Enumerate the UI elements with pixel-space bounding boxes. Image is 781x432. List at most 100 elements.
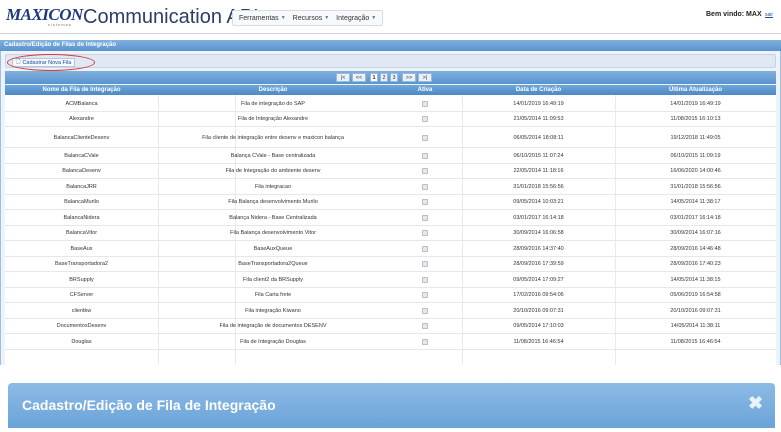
cell-created: 14/01/2019 16:49:19: [513, 100, 564, 107]
cell-updated: 28/09/2016 14:46:48: [670, 245, 721, 252]
cell-created: 21/05/2014 11:09:53: [513, 116, 564, 123]
active-checkbox[interactable]: [422, 168, 428, 175]
next-page-button[interactable]: >>: [402, 73, 416, 82]
cell-name: BRSupply: [69, 276, 94, 283]
cell-name: Douglas: [71, 338, 92, 345]
cell-updated: 05/06/2019 16:54:58: [670, 292, 721, 299]
col-header-description[interactable]: Descrição: [158, 87, 388, 93]
table-row[interactable]: ACMBalanca Fila de integração do SAP 14/01…: [5, 96, 776, 112]
cell-created: 31/01/2018 15:56:56: [513, 183, 564, 190]
top-bar: MAXICON sistemas Communication API Ferra…: [0, 0, 781, 34]
table-row[interactable]: BalancaDesenv Fila de Integração do ambie…: [5, 164, 776, 179]
page-2-button[interactable]: 2: [380, 73, 388, 82]
cell-description: Fila Carta frete: [254, 292, 292, 299]
menu-recursos[interactable]: Recursos ▼: [293, 14, 330, 22]
caret-down-icon: ▼: [371, 15, 377, 21]
prev-page-button[interactable]: <<: [352, 73, 366, 82]
queue-table: Nome da Fila de Integração Descrição Ati…: [5, 85, 776, 365]
pagination-bar: |< << 1 2 3 >> >|: [5, 71, 776, 84]
table-row[interactable]: Alexandre Fila de Integração Alexandre 21/…: [5, 112, 776, 128]
cell-created: 09/05/2014 17:09:27: [513, 276, 564, 283]
cell-updated: 11/08/2015 16:46:54: [670, 338, 721, 345]
cell-description: Fila client2 da BRSupply: [243, 276, 303, 283]
active-checkbox[interactable]: [422, 292, 428, 299]
cell-updated: 14/01/2019 16:49:19: [670, 100, 721, 107]
table-row[interactable]: Douglas Fila de Integração Douglas 11/08/2…: [5, 334, 776, 350]
table-row[interactable]: CFServer Fila Carta frete 17/02/2016 09:54…: [5, 288, 776, 303]
cell-description: Balança Nidera - Base Centralizada: [229, 214, 317, 221]
first-page-button[interactable]: |<: [336, 73, 350, 82]
cell-name: DocumentosDesenv: [56, 323, 107, 330]
cell-created: 11/08/2015 16:46:54: [513, 338, 564, 345]
active-checkbox[interactable]: [422, 261, 428, 268]
cell-description: Fila integração Kiwano: [245, 307, 301, 314]
table-row[interactable]: clientkw Fila integração Kiwano 20/10/2016…: [5, 303, 776, 319]
table-header: Nome da Fila de Integração Descrição Ati…: [5, 85, 776, 95]
active-checkbox[interactable]: [422, 134, 428, 141]
menu-integracao[interactable]: Integração ▼: [336, 14, 376, 22]
col-header-updated[interactable]: Última Atualização: [615, 87, 776, 93]
page-3-button[interactable]: 3: [390, 73, 398, 82]
cell-updated: 28/09/2016 17:40:23: [670, 261, 721, 268]
last-page-button[interactable]: >|: [418, 73, 432, 82]
cell-updated: 06/10/2015 11:09:19: [670, 152, 721, 159]
cell-updated: 19/12/2018 11:49:05: [670, 134, 721, 141]
cell-created: 22/05/2014 11:18:16: [513, 168, 564, 175]
cell-active: [388, 96, 462, 112]
cell-active: [388, 319, 462, 335]
table-row[interactable]: BalancaVitor Fila Balança desenvolvimento…: [5, 226, 776, 241]
menu-label: Integração: [336, 14, 370, 22]
active-checkbox[interactable]: [422, 323, 428, 330]
caret-down-icon: ▼: [280, 15, 286, 21]
cell-updated: 30/09/2014 16:07:16: [670, 230, 721, 237]
cell-created: 06/10/2015 11:07:24: [513, 152, 564, 159]
logout-link[interactable]: sair: [765, 12, 773, 18]
menu-ferramentas[interactable]: Ferramentas ▼: [239, 14, 286, 22]
table-row[interactable]: BRSupply Fila client2 da BRSupply 09/05/20…: [5, 272, 776, 288]
active-checkbox[interactable]: [422, 183, 428, 190]
table-row[interactable]: BalancaCVale Balança CVale - Base central…: [5, 148, 776, 164]
active-checkbox[interactable]: [422, 276, 428, 283]
cell-name: BalancaNidera: [63, 214, 100, 221]
cell-active: [388, 303, 462, 319]
cell-active: [388, 179, 462, 195]
cell-name: BaseTransportadora2: [55, 261, 108, 268]
active-checkbox[interactable]: [422, 116, 428, 123]
close-icon[interactable]: ✖: [748, 393, 763, 414]
cell-active: [388, 112, 462, 128]
col-header-name[interactable]: Nome da Fila de Integração: [5, 87, 158, 93]
table-row[interactable]: BalancaNidera Balança Nidera - Base Centr…: [5, 210, 776, 226]
active-checkbox[interactable]: [422, 214, 428, 221]
cell-created: 09/05/2014 17:10:03: [513, 323, 564, 330]
cell-active: [388, 257, 462, 273]
table-row[interactable]: DocumentosDesenv Fila de integração de do…: [5, 319, 776, 335]
cell-active: [388, 272, 462, 288]
table-row[interactable]: BalancaJRR Fila integracao 31/01/2018 15:5…: [5, 179, 776, 195]
cell-updated: 31/01/2018 15:56:56: [670, 183, 721, 190]
col-header-created[interactable]: Data de Criação: [462, 87, 615, 93]
active-checkbox[interactable]: [422, 307, 428, 314]
cell-description: Fila de Integração Alexandre: [237, 116, 309, 123]
cell-updated: 16/06/2020 14:00:46: [670, 168, 721, 175]
active-checkbox[interactable]: [422, 245, 428, 252]
table-row[interactable]: BalancaMurilo Fila Balança desenvolviment…: [5, 195, 776, 210]
page-1-button[interactable]: 1: [370, 73, 378, 82]
cell-updated: 14/05/2014 11:38:17: [670, 199, 721, 206]
cell-active: [388, 241, 462, 257]
active-checkbox[interactable]: [422, 230, 428, 237]
cell-created: 20/10/2016 09:07:31: [513, 307, 564, 314]
cell-updated: 14/05/2014 11:38:11: [670, 323, 721, 330]
table-row[interactable]: BaseTransportadora2 BaseTransportadora2Qu…: [5, 257, 776, 273]
cell-updated: 14/05/2014 11:38:15: [670, 276, 721, 283]
col-header-active[interactable]: Ativa: [388, 87, 462, 93]
active-checkbox[interactable]: [422, 152, 428, 159]
table-row[interactable]: BaseAux BaseAuxQueue 28/09/2016 14:37:40 28…: [5, 241, 776, 257]
active-checkbox[interactable]: [422, 199, 428, 206]
active-checkbox[interactable]: [422, 338, 428, 345]
cell-updated: 03/01/2017 16:14:18: [670, 214, 721, 221]
cell-name: ACMBalanca: [65, 100, 98, 107]
cell-name: BalancaClienteDesenv: [53, 134, 110, 141]
table-row[interactable]: BalancaClienteDesenv Fila cliente de inte…: [5, 127, 776, 148]
toolbar: 🗋 Cadastrar Nova Fila: [5, 54, 776, 71]
active-checkbox[interactable]: [422, 100, 428, 107]
